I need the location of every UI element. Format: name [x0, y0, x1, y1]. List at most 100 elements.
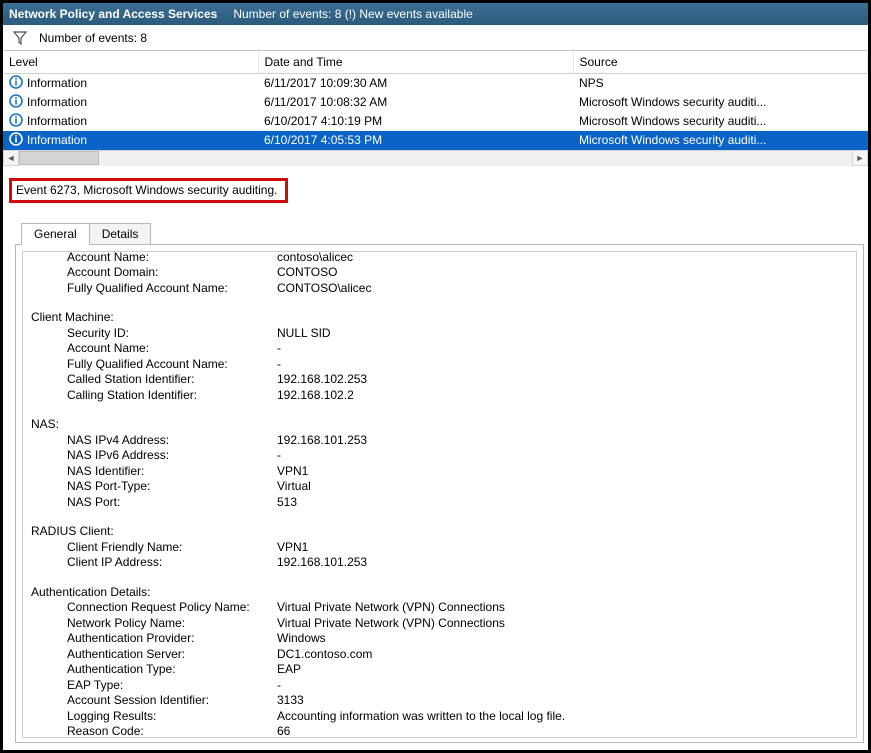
detail-field: Account Name:contoso\alicec: [31, 251, 848, 266]
detail-value: -: [277, 357, 281, 373]
row-level: Information: [27, 95, 87, 109]
detail-key: Authentication Provider:: [31, 631, 277, 647]
info-icon: [9, 132, 23, 149]
detail-value: DC1.contoso.com: [277, 647, 372, 663]
detail-value: Windows: [277, 631, 326, 647]
row-source: NPS: [573, 73, 868, 93]
info-icon: [9, 75, 23, 92]
detail-field: Fully Qualified Account Name:-: [31, 357, 848, 373]
event-header-row: Event 6273, Microsoft Windows security a…: [3, 174, 868, 207]
grid-header-row[interactable]: Level Date and Time Source: [3, 51, 868, 73]
row-datetime: 6/11/2017 10:09:30 AM: [258, 73, 573, 93]
row-level: Information: [27, 114, 87, 128]
detail-section-title: RADIUS Client:: [31, 524, 848, 540]
detail-value: EAP: [277, 662, 301, 678]
row-datetime: 6/10/2017 4:10:19 PM: [258, 112, 573, 131]
row-source: Microsoft Windows security auditi...: [573, 131, 868, 150]
detail-field: Account Name:-: [31, 341, 848, 357]
detail-field: Client IP Address:192.168.101.253: [31, 555, 848, 571]
detail-field: Security ID:NULL SID: [31, 326, 848, 342]
row-source: Microsoft Windows security auditi...: [573, 93, 868, 112]
row-level: Information: [27, 76, 87, 90]
filter-count-label: Number of events: 8: [39, 31, 147, 45]
window-titlebar: Network Policy and Access Services Numbe…: [3, 3, 868, 25]
event-header-text: Event 6273, Microsoft Windows security a…: [16, 183, 277, 197]
detail-tabs: General Details: [3, 221, 868, 245]
detail-key: Account Name:: [31, 341, 277, 357]
detail-key: Security ID:: [31, 326, 277, 342]
detail-field: Called Station Identifier:192.168.102.25…: [31, 372, 848, 388]
detail-section-title: NAS:: [31, 417, 848, 433]
event-viewer-window: Network Policy and Access Services Numbe…: [0, 0, 871, 753]
detail-key: Authentication Server:: [31, 647, 277, 663]
detail-key: NAS IPv6 Address:: [31, 448, 277, 464]
tab-general[interactable]: General: [21, 223, 90, 245]
detail-value: -: [277, 341, 281, 357]
row-source: Microsoft Windows security auditi...: [573, 112, 868, 131]
detail-field: Account Session Identifier:3133: [31, 693, 848, 709]
detail-key: Authentication Type:: [31, 662, 277, 678]
detail-key: Fully Qualified Account Name:: [31, 357, 277, 373]
detail-key: Calling Station Identifier:: [31, 388, 277, 404]
detail-field: Calling Station Identifier:192.168.102.2: [31, 388, 848, 404]
detail-field: Authentication Type:EAP: [31, 662, 848, 678]
detail-value: 192.168.102.2: [277, 388, 354, 404]
horizontal-scrollbar[interactable]: ◄ ►: [3, 150, 868, 166]
col-datetime[interactable]: Date and Time: [258, 51, 573, 73]
detail-key: Account Domain:: [31, 265, 277, 281]
detail-field: NAS Port:513: [31, 495, 848, 511]
detail-field: Account Domain:CONTOSO: [31, 265, 848, 281]
table-row[interactable]: Information 6/10/2017 4:10:19 PM Microso…: [3, 112, 868, 131]
info-icon: [9, 113, 23, 130]
detail-value: 192.168.101.253: [277, 433, 367, 449]
detail-key: Client IP Address:: [31, 555, 277, 571]
detail-scroll-area[interactable]: Account Name:contoso\alicecAccount Domai…: [22, 251, 857, 738]
detail-field: Fully Qualified Account Name:CONTOSO\ali…: [31, 281, 848, 297]
detail-value: -: [277, 678, 281, 694]
filter-icon[interactable]: [13, 31, 27, 45]
detail-field: NAS IPv4 Address:192.168.101.253: [31, 433, 848, 449]
titlebar-title: Network Policy and Access Services: [9, 7, 217, 21]
detail-field: Network Policy Name:Virtual Private Netw…: [31, 616, 848, 632]
detail-field: NAS Port-Type:Virtual: [31, 479, 848, 495]
col-level[interactable]: Level: [3, 51, 258, 73]
detail-field: NAS IPv6 Address:-: [31, 448, 848, 464]
detail-key: Reason Code:: [31, 724, 277, 738]
table-row[interactable]: Information 6/11/2017 10:08:32 AM Micros…: [3, 93, 868, 112]
table-row[interactable]: Information 6/11/2017 10:09:30 AM NPS: [3, 73, 868, 93]
detail-value: 513: [277, 495, 297, 511]
row-datetime: 6/11/2017 10:08:32 AM: [258, 93, 573, 112]
detail-key: Called Station Identifier:: [31, 372, 277, 388]
detail-value: CONTOSO: [277, 265, 337, 281]
detail-section-title: Authentication Details:: [31, 585, 848, 601]
tab-general-label: General: [34, 227, 77, 241]
table-row[interactable]: Information 6/10/2017 4:05:53 PM Microso…: [3, 131, 868, 150]
tab-details[interactable]: Details: [89, 223, 152, 245]
filter-bar: Number of events: 8: [3, 25, 868, 51]
detail-value: Virtual Private Network (VPN) Connection…: [277, 616, 505, 632]
detail-value: contoso\alicec: [277, 251, 353, 266]
detail-value: VPN1: [277, 540, 308, 556]
detail-value: 192.168.101.253: [277, 555, 367, 571]
detail-field: Client Friendly Name:VPN1: [31, 540, 848, 556]
detail-key: Client Friendly Name:: [31, 540, 277, 556]
scroll-thumb[interactable]: [19, 151, 99, 165]
titlebar-count: Number of events: 8 (!) New events avail…: [233, 7, 472, 21]
detail-field: Authentication Server:DC1.contoso.com: [31, 647, 848, 663]
scroll-right-arrow[interactable]: ►: [852, 150, 868, 166]
detail-value: 66: [277, 724, 290, 738]
detail-field: Connection Request Policy Name:Virtual P…: [31, 600, 848, 616]
detail-value: 192.168.102.253: [277, 372, 367, 388]
detail-key: NAS Port-Type:: [31, 479, 277, 495]
detail-key: Logging Results:: [31, 709, 277, 725]
detail-section-title: Client Machine:: [31, 310, 848, 326]
detail-field: EAP Type:-: [31, 678, 848, 694]
scroll-left-arrow[interactable]: ◄: [3, 150, 19, 166]
detail-key: Account Session Identifier:: [31, 693, 277, 709]
detail-key: Network Policy Name:: [31, 616, 277, 632]
row-datetime: 6/10/2017 4:05:53 PM: [258, 131, 573, 150]
detail-key: Account Name:: [31, 251, 277, 266]
event-header-highlight: Event 6273, Microsoft Windows security a…: [9, 178, 288, 203]
col-source[interactable]: Source: [573, 51, 868, 73]
events-grid[interactable]: Level Date and Time Source Information 6…: [3, 51, 868, 166]
